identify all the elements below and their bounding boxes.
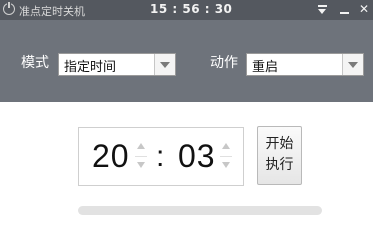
time-picker: 20 : 03 xyxy=(78,127,244,186)
mode-select-value: 指定时间 xyxy=(64,60,117,75)
chevron-down-icon xyxy=(160,62,170,68)
hour-down-arrow-icon[interactable] xyxy=(137,162,145,168)
minimize-icon-bar xyxy=(340,12,349,14)
title-bar: 准点定时关机 15 : 56 : 30 ✕ xyxy=(0,0,373,20)
mode-dropdown-button[interactable] xyxy=(154,54,175,75)
spinner-divider xyxy=(135,156,147,157)
app-title: 准点定时关机 xyxy=(19,5,85,18)
hour-spinner[interactable] xyxy=(135,140,147,174)
settings-panel: 模式 指定时间 动作 重启 xyxy=(0,20,373,102)
menu-icon[interactable] xyxy=(316,2,330,16)
power-icon xyxy=(3,1,15,15)
minimize-icon[interactable] xyxy=(338,2,352,16)
action-label: 动作 xyxy=(210,55,238,71)
start-button[interactable]: 开始 执行 xyxy=(257,126,302,185)
start-button-label-line1: 开始 xyxy=(265,136,294,152)
spinner-divider xyxy=(220,156,232,157)
action-dropdown-button[interactable] xyxy=(342,54,363,75)
minute-input[interactable]: 03 xyxy=(178,138,216,175)
action-select[interactable]: 重启 xyxy=(246,53,364,76)
hour-input[interactable]: 20 xyxy=(92,138,130,175)
time-separator: : xyxy=(156,140,165,173)
current-time: 15 : 56 : 30 xyxy=(150,2,233,16)
minute-spinner[interactable] xyxy=(220,140,232,174)
mode-select[interactable]: 指定时间 xyxy=(58,53,176,76)
chevron-down-icon xyxy=(348,62,358,68)
progress-bar xyxy=(78,206,322,215)
menu-icon-bar xyxy=(318,5,327,7)
menu-icon-arrow xyxy=(318,9,326,14)
action-select-value: 重启 xyxy=(252,60,279,75)
minute-down-arrow-icon[interactable] xyxy=(222,162,230,168)
minute-up-arrow-icon[interactable] xyxy=(222,143,230,149)
hour-up-arrow-icon[interactable] xyxy=(137,143,145,149)
start-button-label-line2: 执行 xyxy=(265,157,294,173)
mode-label: 模式 xyxy=(21,55,49,71)
close-icon[interactable]: ✕ xyxy=(357,2,371,16)
